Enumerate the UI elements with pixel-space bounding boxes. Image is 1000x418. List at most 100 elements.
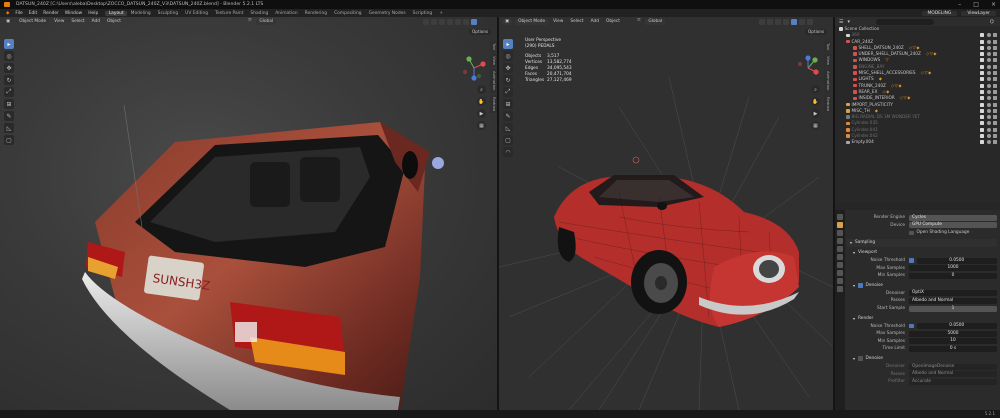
camera-view-icon[interactable]: ▶ xyxy=(477,109,486,118)
eye-icon[interactable] xyxy=(986,108,991,113)
render-subsection-header[interactable]: ▾ Render xyxy=(847,314,997,323)
collection-props-icon[interactable] xyxy=(837,262,843,268)
side-tab-redraw-left[interactable]: Redraw xyxy=(490,94,497,113)
side-tab-tool-right[interactable]: Tool xyxy=(824,41,831,53)
tab-animation[interactable]: Animation xyxy=(272,11,301,16)
eye-icon[interactable] xyxy=(986,71,991,76)
exclude-checkbox[interactable] xyxy=(980,52,984,57)
tab-modeling[interactable]: Modeling xyxy=(127,11,154,16)
annotate-tool-icon-right[interactable]: ✎ xyxy=(503,111,513,121)
exclude-checkbox[interactable] xyxy=(980,108,984,113)
viewport-denoise-header[interactable]: ▾ Denoise xyxy=(847,281,997,290)
viewport-right[interactable]: ▣ Object Mode View Select Add Object ⤧ G… xyxy=(499,17,833,410)
tab-layout[interactable]: Layout xyxy=(105,10,128,16)
navigation-gizmo-left[interactable] xyxy=(461,55,487,81)
add-cube-tool-icon[interactable]: ▢ xyxy=(4,135,14,145)
exclude-checkbox[interactable] xyxy=(980,102,984,107)
tab-shading[interactable]: Shading xyxy=(247,11,272,16)
eye-icon[interactable] xyxy=(986,83,991,88)
camera-icon[interactable] xyxy=(993,58,997,63)
eye-icon[interactable] xyxy=(986,89,991,94)
denoiser-dropdown[interactable]: OptiX xyxy=(909,290,997,297)
prefilter-dropdown[interactable]: Accurate xyxy=(909,378,997,385)
add-cube-tool-icon-right[interactable]: ▢ xyxy=(503,135,513,145)
exclude-checkbox[interactable] xyxy=(980,77,984,82)
menu-render[interactable]: Render xyxy=(40,11,62,16)
select-tool-icon[interactable]: ▸ xyxy=(4,39,14,49)
tab-compositing[interactable]: Compositing xyxy=(331,11,366,16)
camera-icon[interactable] xyxy=(993,33,997,38)
rotate-tool-icon[interactable]: ↻ xyxy=(4,75,14,85)
viewport-noise-checkbox[interactable] xyxy=(909,258,914,263)
time-limit-field[interactable]: 0 s xyxy=(909,345,997,352)
eye-icon[interactable] xyxy=(986,64,991,69)
eye-icon[interactable] xyxy=(986,33,991,38)
measure-tool-icon[interactable]: ◺ xyxy=(4,123,14,133)
render-passes-dropdown[interactable]: Albedo and Normal xyxy=(909,371,997,378)
transform-tool-icon[interactable]: ⊞ xyxy=(4,99,14,109)
exclude-checkbox[interactable] xyxy=(980,96,984,101)
tool-props-icon[interactable] xyxy=(837,214,843,220)
exclude-checkbox[interactable] xyxy=(980,39,984,44)
camera-icon[interactable] xyxy=(993,140,997,145)
render-denoise-checkbox[interactable] xyxy=(858,356,863,361)
eye-icon[interactable] xyxy=(986,127,991,132)
move-tool-icon[interactable]: ✥ xyxy=(4,63,14,73)
exclude-checkbox[interactable] xyxy=(980,89,984,94)
tab-rendering[interactable]: Rendering xyxy=(301,11,330,16)
render-noise-field[interactable]: 0.0500 xyxy=(916,323,997,330)
render-denoise-header[interactable]: ▾ Denoise xyxy=(847,354,997,363)
passes-dropdown[interactable]: Albedo and Normal xyxy=(909,297,997,304)
scale-tool-icon[interactable]: ⤢ xyxy=(4,87,14,97)
camera-icon[interactable] xyxy=(993,39,997,44)
eye-icon[interactable] xyxy=(986,52,991,57)
camera-icon[interactable] xyxy=(993,77,997,82)
camera-icon[interactable] xyxy=(993,127,997,132)
viewport-left[interactable]: ▣ Object Mode View Select Add Object ⤧ G… xyxy=(0,17,497,410)
outliner-funnel-icon[interactable]: ⌬ xyxy=(990,19,994,25)
move-tool-icon-right[interactable]: ✥ xyxy=(503,63,513,73)
outliner-search-input[interactable] xyxy=(876,18,934,25)
viewport-max-samples-field[interactable]: 1000 xyxy=(909,265,997,272)
cursor-tool-icon[interactable]: ◎ xyxy=(4,51,14,61)
tab-texture-paint[interactable]: Texture Paint xyxy=(212,11,247,16)
render-props-icon[interactable] xyxy=(837,222,843,228)
render-noise-checkbox[interactable] xyxy=(909,323,914,329)
exclude-checkbox[interactable] xyxy=(980,64,984,69)
exclude-checkbox[interactable] xyxy=(980,134,984,139)
grid-view-icon-right[interactable]: ▦ xyxy=(811,121,820,130)
eye-icon[interactable] xyxy=(986,115,991,120)
close-icon[interactable]: × xyxy=(991,0,996,9)
add-workspace-button[interactable]: + xyxy=(436,11,447,16)
cursor-tool-icon-right[interactable]: ◎ xyxy=(503,51,513,61)
zoom-icon[interactable]: ⌕ xyxy=(477,85,486,94)
outliner-editor-icon[interactable]: ☰ xyxy=(839,19,843,25)
side-tab-redraw-right[interactable]: Redraw xyxy=(824,94,831,113)
scene-props-icon[interactable] xyxy=(837,246,843,252)
camera-icon[interactable] xyxy=(993,134,997,139)
exclude-checkbox[interactable] xyxy=(980,58,984,63)
camera-icon[interactable] xyxy=(993,45,997,50)
exclude-checkbox[interactable] xyxy=(980,83,984,88)
eye-icon[interactable] xyxy=(986,77,991,82)
tab-sculpting[interactable]: Sculpting xyxy=(154,11,182,16)
eye-icon[interactable] xyxy=(986,39,991,44)
minimize-icon[interactable]: – xyxy=(958,0,961,9)
modifier-props-icon[interactable] xyxy=(837,278,843,284)
device-dropdown[interactable]: GPU Compute xyxy=(909,222,997,229)
menu-file[interactable]: File xyxy=(12,11,25,16)
tab-geometry-nodes[interactable]: Geometry Nodes xyxy=(365,11,409,16)
view-layer-props-icon[interactable] xyxy=(837,238,843,244)
viewport-noise-field[interactable]: 0.0500 xyxy=(916,257,997,264)
transform-tool-icon-right[interactable]: ⊞ xyxy=(503,99,513,109)
tab-scripting[interactable]: Scripting xyxy=(409,11,436,16)
blender-menu-icon[interactable]: ◆ xyxy=(3,11,12,16)
side-tab-animation-right[interactable]: Animation xyxy=(824,69,831,93)
eye-icon[interactable] xyxy=(986,140,991,145)
menu-help[interactable]: Help xyxy=(85,11,101,16)
exclude-checkbox[interactable] xyxy=(980,140,984,145)
outliner-item[interactable]: Empty.004 xyxy=(835,139,1000,145)
exclude-checkbox[interactable] xyxy=(980,71,984,76)
scene-selector[interactable]: MODELING xyxy=(921,10,958,16)
select-tool-icon-right[interactable]: ▸ xyxy=(503,39,513,49)
